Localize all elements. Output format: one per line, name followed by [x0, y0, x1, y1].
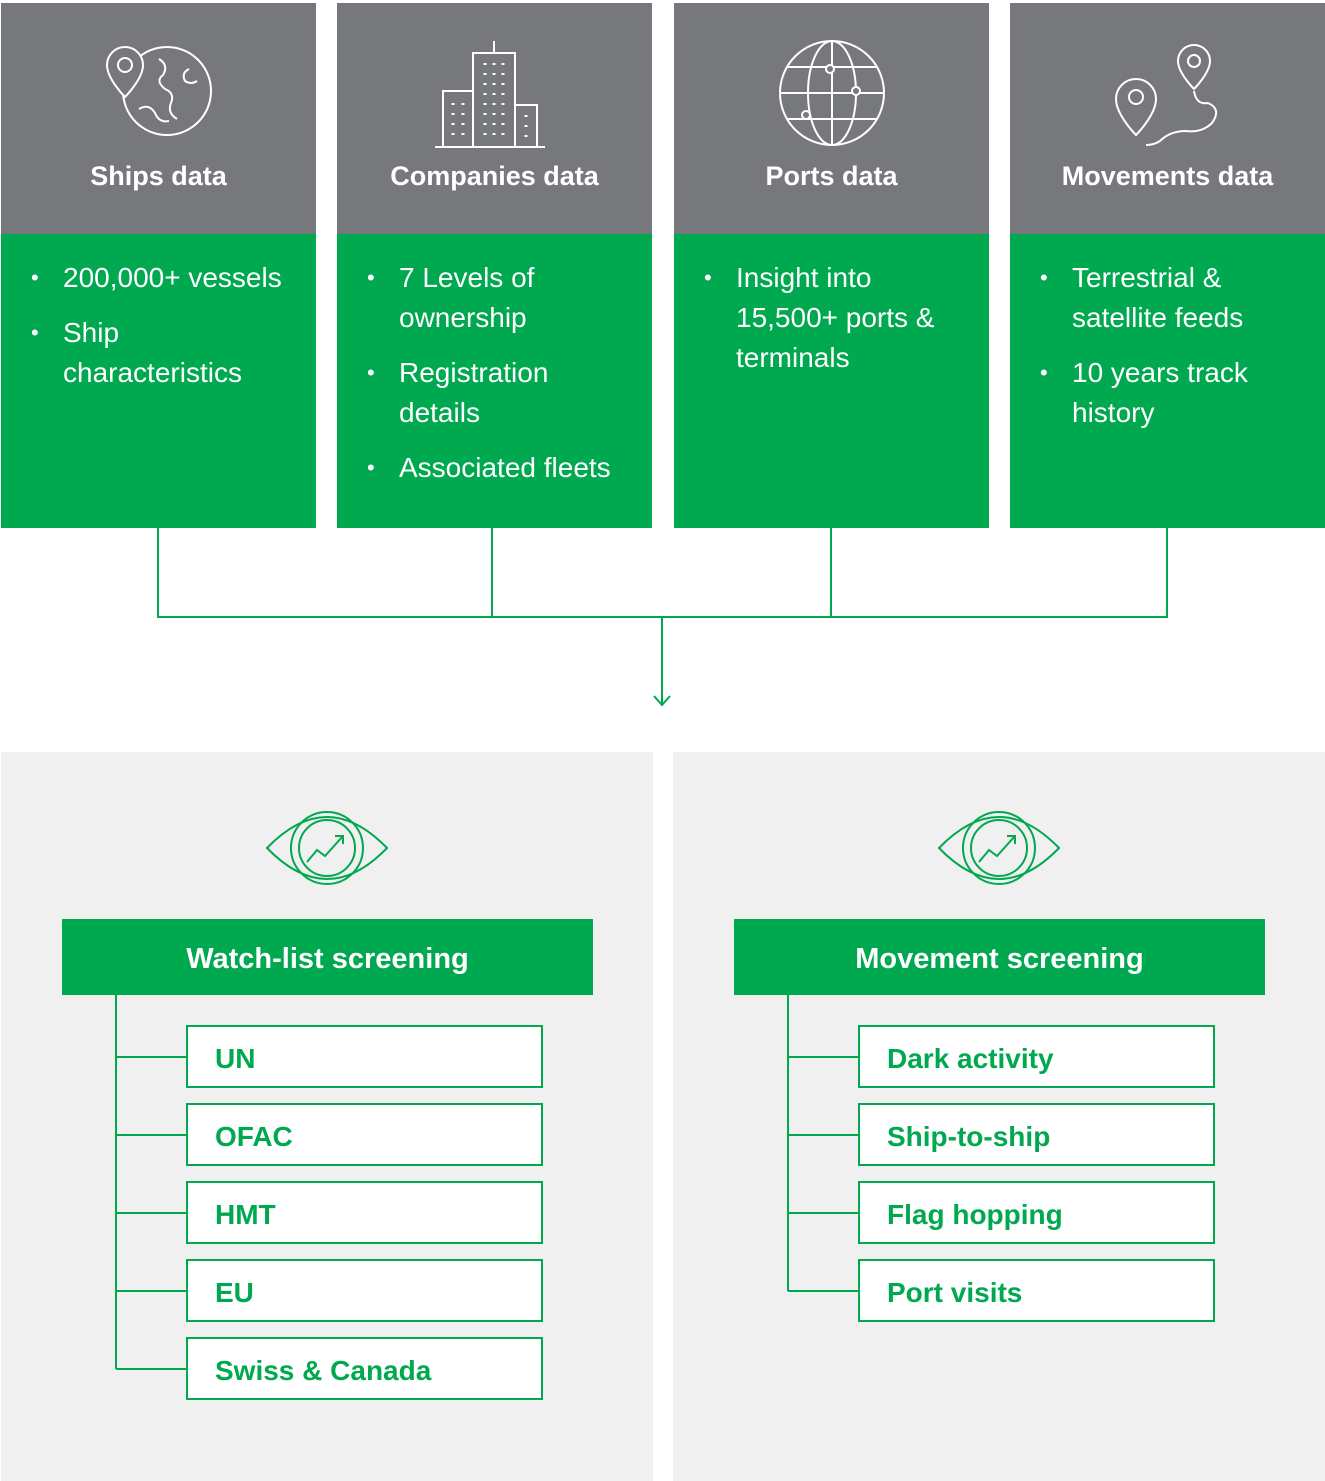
list-item: Port visits: [858, 1259, 1215, 1322]
list-item: Flag hopping: [858, 1181, 1215, 1244]
list-item: Swiss & Canada: [186, 1337, 543, 1400]
list-item: EU: [186, 1259, 543, 1322]
screening-panel-watchlist: Watch-list screening UN OFAC HMT EU Swis…: [1, 752, 653, 1481]
list-item: Dark activity: [858, 1025, 1215, 1088]
connector-lines: [157, 528, 1168, 707]
list-item: UN: [186, 1025, 543, 1088]
list-item: HMT: [186, 1181, 543, 1244]
screening-panel-movement: Movement screening Dark activity Ship-to…: [673, 752, 1325, 1481]
list-item: OFAC: [186, 1103, 543, 1166]
list-item: Ship-to-ship: [858, 1103, 1215, 1166]
